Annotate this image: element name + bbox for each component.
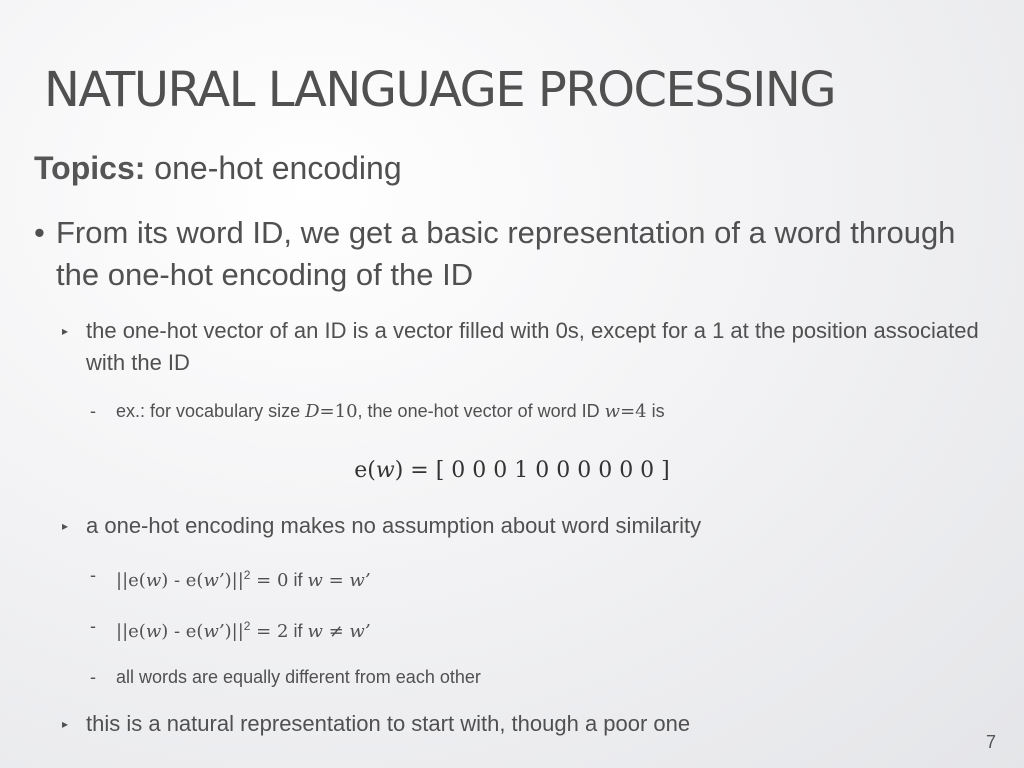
topics-line: Topics: one-hot encoding [34,150,402,187]
sub-bullet-1: ▸ the one-hot vector of an ID is a vecto… [62,315,992,379]
sub-bullet-3: ▸ this is a natural representation to st… [62,708,992,740]
m: w [307,570,323,591]
dash-bullet: - [90,667,96,687]
one-hot-equation: e(w) = [ 0 0 0 1 0 0 0 0 0 0 ] [0,458,1024,483]
triangle-bullet-icon: ▸ [62,717,69,731]
m: ||e( [116,570,146,591]
distance-item-differ: - ||e(w) - e(w’)||2 = 2 if w ≠ w’ [90,613,990,645]
example-text: ex.: for vocabulary size D=10, the one-h… [90,398,665,425]
example-item: - ex.: for vocabulary size D=10, the one… [90,398,990,425]
m: = 2 [250,621,289,642]
distance-differ-text: ||e(w) - e(w’)||2 = 2 if w ≠ w’ [90,613,371,645]
m: )|| [224,570,244,591]
m: ) - e( [161,621,204,642]
m: )|| [224,621,244,642]
math-eq-4: =4 [620,401,647,422]
equally-different-item: - all words are equally different from e… [90,664,990,690]
m: w [307,621,323,642]
sub-bullet-3-text: this is a natural representation to star… [86,711,691,736]
m: w’ [349,570,371,591]
bullet-1-text: From its word ID, we get a basic represe… [56,215,956,292]
eq-lhs: e( [354,458,376,483]
bullet-1: • From its word ID, we get a basic repre… [34,212,984,296]
m: = 0 [250,570,289,591]
dash-bullet: - [90,565,96,585]
m: if [288,621,308,641]
m: w’ [203,570,225,591]
equally-different-text: all words are equally different from eac… [116,667,481,687]
m: w [145,621,162,642]
m: ) - e( [161,570,204,591]
triangle-bullet-icon: ▸ [62,519,69,533]
m: = [322,570,350,591]
bullet-dot-icon: • [34,215,45,250]
slide-title: NATURAL LANGUAGE PROCESSING [44,62,837,118]
sub-bullet-2-text: a one-hot encoding makes no assumption a… [86,513,702,538]
m: ≠ [322,621,350,642]
dash-bullet: - [90,401,96,421]
eq-w: w [375,458,395,483]
dash-bullet: - [90,616,96,636]
sub-bullet-2: ▸ a one-hot encoding makes no assumption… [62,510,992,542]
topics-text: one-hot encoding [154,150,402,186]
example-suffix: is [646,401,665,421]
example-mid: , the one-hot vector of word ID [357,401,605,421]
triangle-bullet-icon: ▸ [62,324,69,338]
sub-bullet-1-text: the one-hot vector of an ID is a vector … [86,318,979,375]
m: w’ [349,621,371,642]
slide: NATURAL LANGUAGE PROCESSING Topics: one-… [0,0,1024,768]
eq-rhs: ) = [ 0 0 0 1 0 0 0 0 0 0 ] [394,458,670,483]
page-number: 7 [985,732,996,752]
m: w [145,570,162,591]
example-prefix: ex.: for vocabulary size [116,401,306,421]
distance-item-equal: - ||e(w) - e(w’)||2 = 0 if w = w’ [90,562,990,594]
math-D: D [305,401,320,422]
math-eq-10: =10 [319,401,358,422]
m: if [288,570,308,590]
math-w: w [604,401,621,422]
topics-label: Topics: [34,150,146,186]
m: w’ [203,621,225,642]
m: ||e( [116,621,146,642]
distance-equal-text: ||e(w) - e(w’)||2 = 0 if w = w’ [90,562,371,594]
